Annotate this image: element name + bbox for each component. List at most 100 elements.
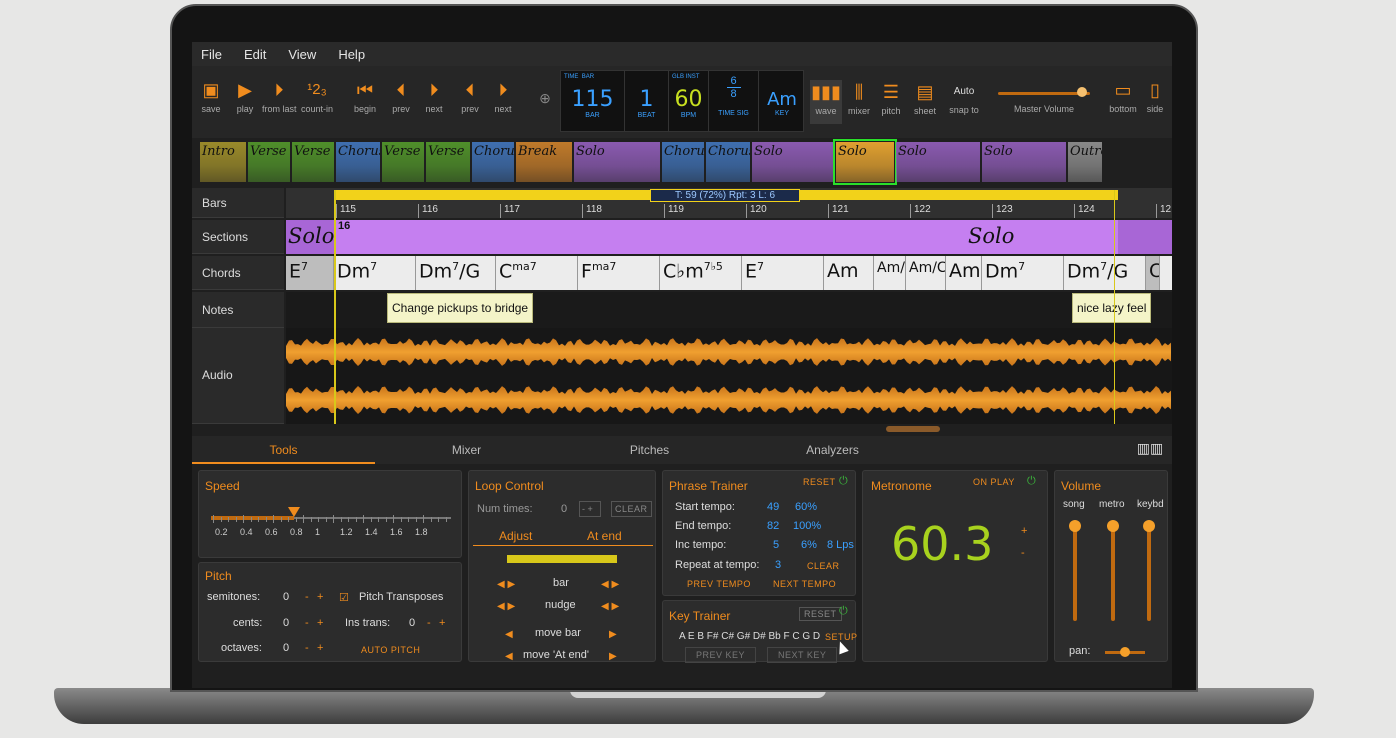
chord-cell[interactable]: Dm7 bbox=[982, 256, 1064, 290]
bar-right-arrow[interactable]: ◀ ▶ bbox=[601, 579, 619, 590]
menu-view[interactable]: View bbox=[288, 47, 316, 62]
metronome-plus-button[interactable]: + bbox=[1021, 525, 1027, 537]
chord-cell[interactable]: Am bbox=[824, 256, 874, 290]
sections-track[interactable]: Solo 16 Solo bbox=[286, 220, 1172, 254]
play-button[interactable]: ▶ play bbox=[232, 80, 258, 114]
phrase-clear-button[interactable]: CLEAR bbox=[807, 561, 840, 571]
bottom-panel-button[interactable]: ▭ bottom bbox=[1108, 80, 1138, 114]
section-block[interactable]: Solo bbox=[982, 142, 1066, 182]
chord-cell[interactable]: Dm7 bbox=[334, 256, 416, 290]
section-block[interactable]: Solo bbox=[833, 139, 897, 185]
tab-adjust[interactable]: Adjust bbox=[499, 529, 532, 543]
nudge-right-arrow[interactable]: ◀ ▶ bbox=[601, 601, 619, 612]
volume-knob[interactable] bbox=[1143, 520, 1155, 532]
key-reset-button[interactable]: RESET bbox=[799, 607, 842, 621]
chord-cell[interactable]: Dm7/G bbox=[416, 256, 496, 290]
piano-keyboard-icon[interactable]: ▥▥ bbox=[1130, 436, 1170, 464]
prev-tempo-button[interactable]: PREV TEMPO bbox=[687, 579, 751, 589]
prev-key-button[interactable]: PREV KEY bbox=[685, 647, 757, 663]
notes-track[interactable]: Change pickups to bridge nice lazy feel bbox=[286, 292, 1172, 328]
mixer-view-button[interactable]: ⫼ mixer bbox=[844, 82, 874, 116]
volume-slider-metro[interactable] bbox=[1111, 521, 1115, 621]
prev-bar-button[interactable]: ⏴ prev bbox=[386, 80, 416, 114]
track-header-notes[interactable]: Notes bbox=[192, 292, 284, 328]
from-last-button[interactable]: ⏵ from last bbox=[262, 80, 297, 114]
phrase-reset-button[interactable]: RESET bbox=[803, 477, 836, 487]
move-bar-right-arrow[interactable]: ▶ bbox=[609, 629, 617, 640]
begin-button[interactable]: ⏮ begin bbox=[350, 80, 380, 114]
tab-at-end[interactable]: At end bbox=[587, 529, 622, 543]
start-tempo-percent[interactable]: 60% bbox=[795, 501, 817, 513]
chord-cell[interactable]: Am/C bbox=[906, 256, 946, 290]
section-block[interactable]: Solo bbox=[752, 142, 834, 182]
cents-plus-button[interactable]: + bbox=[317, 617, 323, 629]
semitones-value[interactable]: 0 bbox=[283, 591, 289, 603]
timeline-scrollbar[interactable] bbox=[886, 426, 940, 432]
add-marker-icon[interactable]: ⊕ bbox=[536, 90, 554, 107]
tab-pitches[interactable]: Pitches bbox=[558, 436, 741, 464]
chord-cell[interactable]: Am/B bbox=[874, 256, 906, 290]
end-tempo-value[interactable]: 82 bbox=[767, 520, 779, 532]
volume-slider-song[interactable] bbox=[1073, 521, 1077, 621]
repeat-at-tempo-value[interactable]: 3 bbox=[775, 559, 781, 571]
track-header-bars[interactable]: Bars bbox=[192, 188, 284, 218]
volume-slider-keybd[interactable] bbox=[1147, 521, 1151, 621]
section-block[interactable]: Verse bbox=[382, 142, 424, 182]
chord-cell[interactable]: C bbox=[1146, 256, 1160, 290]
section-block[interactable]: Outro bbox=[1068, 142, 1102, 182]
octaves-value[interactable]: 0 bbox=[283, 642, 289, 654]
loop-start-marker[interactable] bbox=[334, 190, 336, 424]
snap-to-control[interactable]: Auto snap to bbox=[944, 86, 984, 115]
metronome-minus-button[interactable]: - bbox=[1021, 547, 1025, 559]
chord-cell[interactable]: Dm7/G bbox=[1064, 256, 1146, 290]
num-times-value[interactable]: 0 bbox=[561, 503, 567, 515]
next-bar-button[interactable]: ⏵ next bbox=[419, 80, 449, 114]
next-tempo-button[interactable]: NEXT TEMPO bbox=[773, 579, 836, 589]
master-volume-slider[interactable] bbox=[998, 87, 1090, 98]
audio-track[interactable] bbox=[286, 328, 1172, 424]
inc-tempo-value[interactable]: 5 bbox=[773, 539, 779, 551]
save-button[interactable]: ▣ save bbox=[198, 80, 224, 114]
beat-display[interactable]: 1 BEAT bbox=[625, 71, 669, 131]
tab-tools[interactable]: Tools bbox=[192, 436, 375, 464]
next-key-button[interactable]: NEXT KEY bbox=[767, 647, 838, 663]
bar-left-arrow[interactable]: ◀ ▶ bbox=[497, 579, 515, 590]
start-tempo-value[interactable]: 49 bbox=[767, 501, 779, 513]
chord-cell[interactable]: Fma7 bbox=[578, 256, 660, 290]
chord-cell[interactable]: E7 bbox=[286, 256, 334, 290]
wave-view-button[interactable]: ▮▮▮ wave bbox=[810, 80, 842, 124]
section-block[interactable]: Break bbox=[516, 142, 572, 182]
metronome-power-icon[interactable]: ⏻ bbox=[1027, 475, 1036, 488]
ins-trans-minus-button[interactable]: - bbox=[427, 617, 431, 629]
count-in-button[interactable]: ¹2₃ count-in bbox=[296, 80, 338, 114]
track-header-chords[interactable]: Chords bbox=[192, 256, 284, 290]
bar-display[interactable]: TIME BAR 115 BAR bbox=[561, 71, 625, 131]
chord-cell[interactable]: Cma7 bbox=[496, 256, 578, 290]
inc-tempo-loops[interactable]: 8 Lps bbox=[827, 539, 854, 551]
loop-end-marker[interactable] bbox=[1114, 190, 1115, 424]
pitch-transposes-checkbox[interactable]: ☑ bbox=[339, 591, 349, 604]
chord-cell[interactable]: C♭m7♭5 bbox=[660, 256, 742, 290]
ins-trans-plus-button[interactable]: + bbox=[439, 617, 445, 629]
tab-mixer[interactable]: Mixer bbox=[375, 436, 558, 464]
section-block[interactable]: Solo bbox=[896, 142, 980, 182]
track-header-sections[interactable]: Sections bbox=[192, 220, 284, 254]
section-block[interactable]: Verse bbox=[248, 142, 290, 182]
ins-trans-value[interactable]: 0 bbox=[409, 617, 415, 629]
inc-tempo-percent[interactable]: 6% bbox=[801, 539, 817, 551]
pitch-view-button[interactable]: ☰ pitch bbox=[876, 82, 906, 116]
master-volume-knob[interactable] bbox=[1076, 87, 1087, 97]
next-section-button[interactable]: ⏵ next bbox=[489, 80, 517, 114]
loop-range-mini[interactable] bbox=[507, 555, 617, 563]
octaves-minus-button[interactable]: - bbox=[305, 642, 309, 654]
note-card[interactable]: Change pickups to bridge bbox=[387, 293, 534, 323]
chords-track[interactable]: E7Dm7Dm7/GCma7Fma7C♭m7♭5E7AmAm/BAm/CAmDm… bbox=[286, 256, 1172, 290]
menu-file[interactable]: File bbox=[201, 47, 222, 62]
menu-help[interactable]: Help bbox=[338, 47, 365, 62]
tab-analyzers[interactable]: Analyzers bbox=[741, 436, 924, 464]
sheet-view-button[interactable]: ▤ sheet bbox=[908, 82, 942, 116]
key-power-icon[interactable]: ⏻ bbox=[839, 605, 848, 618]
loop-clear-button[interactable]: CLEAR bbox=[611, 501, 652, 517]
cents-value[interactable]: 0 bbox=[283, 617, 289, 629]
num-times-stepper[interactable]: - + bbox=[579, 501, 601, 517]
